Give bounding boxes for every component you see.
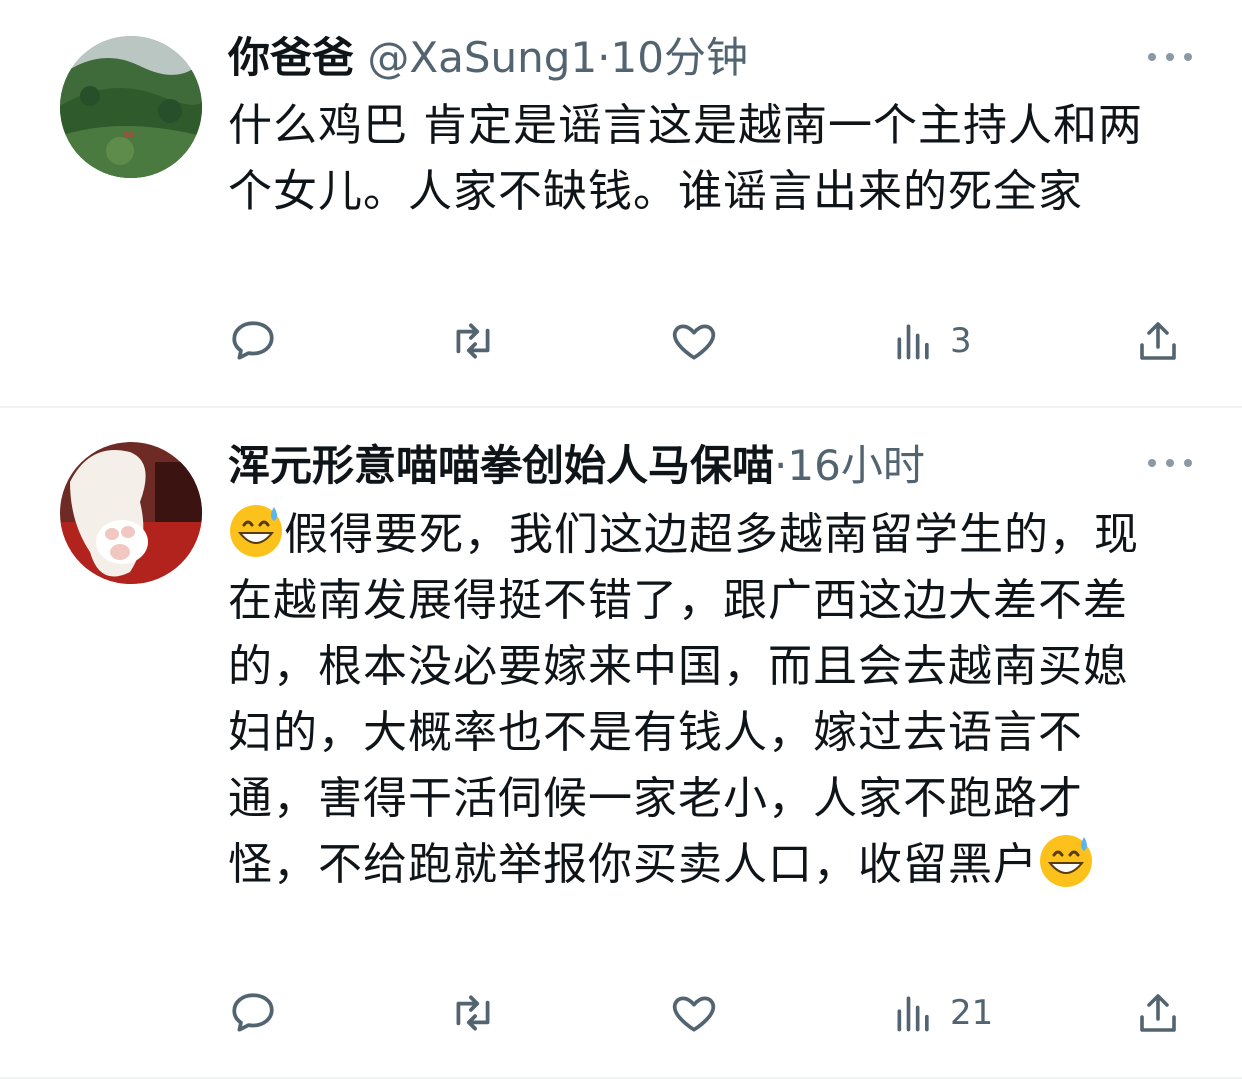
more-options-icon[interactable] — [1148, 453, 1192, 473]
grinning-face-with-sweat-icon — [1040, 835, 1092, 887]
timestamp[interactable]: 16小时 — [787, 441, 924, 490]
retweet-button[interactable] — [446, 986, 500, 1040]
tweet-text-content: 假得要死，我们这边超多越南留学生的，现在越南发展得挺不错了，跟广西这边大差不差的… — [228, 509, 1139, 890]
avatar[interactable] — [60, 36, 202, 178]
retweet-icon — [456, 995, 490, 1031]
reply-icon — [232, 993, 274, 1032]
separator-dot: · — [597, 33, 611, 82]
views-icon — [897, 324, 929, 360]
display-name[interactable]: 你爸爸 — [228, 33, 354, 82]
separator-dot: · — [774, 441, 788, 490]
avatar[interactable] — [60, 442, 202, 584]
tweet-text: 假得要死，我们这边超多越南留学生的，现在越南发展得挺不错了，跟广西这边大差不差的… — [228, 502, 1158, 898]
heart-icon — [672, 996, 716, 1032]
tweet-text: 什么鸡巴 肯定是谣言这是越南一个主持人和两个女儿。人家不缺钱。谁谣言出来的死全家 — [228, 100, 1143, 217]
tweet[interactable]: 你爸爸 @XaSung1·10分钟 什么鸡巴 肯定是谣言这是越南一个主持人和两个… — [0, 0, 1242, 408]
tweet-actions: 3 — [228, 314, 1182, 368]
reply-button[interactable] — [228, 986, 278, 1040]
views-button[interactable]: 21 — [892, 986, 993, 1040]
heart-icon — [672, 324, 716, 360]
reply-button[interactable] — [228, 314, 278, 368]
views-button[interactable]: 3 — [892, 314, 972, 368]
tweet-actions: 21 — [228, 986, 1182, 1040]
grinning-face-with-sweat-icon — [230, 505, 282, 557]
like-button[interactable] — [668, 986, 720, 1040]
share-icon — [1140, 322, 1176, 360]
tweet-header: 你爸爸 @XaSung1·10分钟 — [228, 31, 748, 85]
views-icon — [897, 996, 929, 1032]
share-button[interactable] — [1134, 986, 1182, 1040]
timestamp[interactable]: 10分钟 — [611, 33, 748, 82]
views-count: 21 — [950, 993, 994, 1033]
reply-icon — [232, 321, 274, 360]
like-button[interactable] — [668, 314, 720, 368]
display-name[interactable]: 浑元形意喵喵拳创始人马保喵 — [228, 441, 774, 490]
tweet[interactable]: 浑元形意喵喵拳创始人马保喵·16小时 假得要死，我们这边超多越南留学生的，现在越… — [0, 408, 1242, 1079]
views-count: 3 — [950, 321, 972, 361]
retweet-button[interactable] — [446, 314, 500, 368]
share-icon — [1140, 994, 1176, 1032]
share-button[interactable] — [1134, 314, 1182, 368]
retweet-icon — [456, 323, 490, 359]
more-options-icon[interactable] — [1148, 47, 1192, 67]
username[interactable]: @XaSung1 — [367, 33, 597, 82]
tweet-header: 浑元形意喵喵拳创始人马保喵·16小时 — [228, 439, 925, 493]
